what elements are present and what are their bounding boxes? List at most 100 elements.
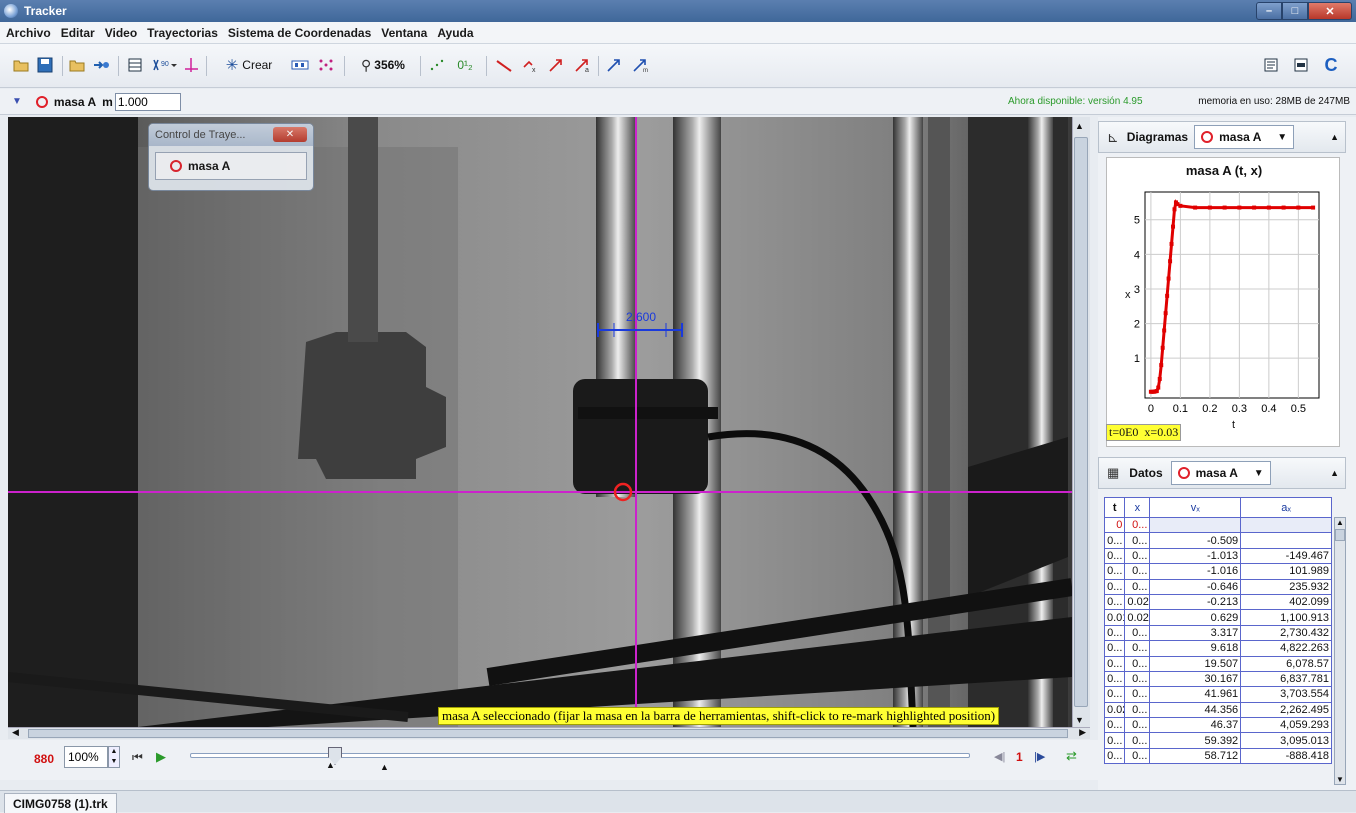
end-marker-icon[interactable]: ▲ — [380, 762, 389, 772]
table-cell[interactable]: 0.01 — [1104, 609, 1126, 626]
reset-icon[interactable]: ⏮ — [132, 750, 143, 765]
table-row[interactable]: 0... 0... 3.317 2,730.432 — [1104, 624, 1332, 642]
table-row[interactable]: 0... 0... 58.712 -888.418 — [1104, 747, 1332, 765]
menu-editar[interactable]: Editar — [61, 26, 95, 40]
start-marker-icon[interactable]: ▲ — [326, 760, 335, 770]
video-vertical-scrollbar[interactable]: ▲ ▼ — [1072, 117, 1090, 727]
track-control-close-button[interactable]: ✕ — [273, 127, 307, 142]
save-icon[interactable] — [36, 54, 54, 76]
table-cell[interactable]: 0... — [1124, 547, 1151, 565]
table-cell[interactable]: 0... — [1104, 593, 1126, 611]
table-cell[interactable]: 0... — [1104, 686, 1126, 703]
track-control-titlebar[interactable]: Control de Traye... ✕ — [149, 124, 313, 146]
open-folder-icon[interactable] — [12, 54, 30, 76]
table-cell[interactable]: 0... — [1124, 578, 1151, 595]
table-cell[interactable]: 0... — [1104, 624, 1126, 642]
table-scroll-thumb[interactable] — [1335, 529, 1345, 541]
clip-settings-icon[interactable] — [126, 54, 144, 76]
table-cell[interactable]: 0... — [1124, 624, 1151, 642]
velocity-vector-icon[interactable] — [546, 54, 566, 76]
menu-archivo[interactable]: Archivo — [6, 26, 51, 40]
step-labels-button[interactable]: 0¹₂ — [452, 54, 478, 76]
table-row[interactable]: 0... 0... -0.646 235.932 — [1104, 578, 1332, 595]
vertical-scroll-thumb[interactable] — [1074, 137, 1088, 707]
table-row[interactable]: 0... 0... 46.37 4,059.293 — [1104, 717, 1332, 734]
table-cell[interactable] — [1149, 516, 1242, 534]
close-window-button[interactable]: ✕ — [1308, 2, 1352, 20]
table-cell[interactable]: 0... — [1104, 547, 1126, 565]
collapse-plot-icon[interactable]: ▲ — [1330, 132, 1339, 142]
maximize-button[interactable]: □ — [1282, 2, 1308, 20]
table-cell[interactable]: 2,730.432 — [1240, 624, 1332, 642]
scroll-up-icon[interactable]: ▲ — [1335, 518, 1345, 527]
video-view[interactable]: 2.600 Control de Traye... ✕ masa A — [8, 117, 1072, 727]
frame-readout[interactable]: 880 — [34, 752, 54, 766]
refresh-icon[interactable]: C — [1320, 54, 1342, 76]
table-row[interactable]: 0... 0... -1.013 -149.467 — [1104, 547, 1332, 565]
panel-toggle-icon[interactable] — [1292, 54, 1310, 76]
net-force-vector-icon[interactable]: m — [630, 54, 650, 76]
table-cell[interactable]: -1.013 — [1149, 547, 1242, 565]
table-cell[interactable]: -0.646 — [1149, 578, 1242, 595]
data-track-select[interactable]: masa A ▼ — [1170, 461, 1271, 485]
table-cell[interactable]: 41.961 — [1149, 686, 1242, 703]
table-cell[interactable]: 19.507 — [1149, 655, 1242, 672]
table-cell[interactable]: 101.989 — [1240, 563, 1332, 580]
rate-spinner[interactable]: ▲ ▼ — [108, 746, 120, 768]
tracks-visibility-icon[interactable] — [290, 54, 310, 76]
scroll-down-icon[interactable]: ▼ — [1075, 715, 1084, 725]
table-cell[interactable]: 0... — [1104, 747, 1126, 765]
column-header[interactable]: vₓ — [1149, 497, 1242, 518]
menu-trayectorias[interactable]: Trayectorias — [147, 26, 218, 40]
table-cell[interactable]: 0... — [1124, 563, 1151, 580]
crear-button[interactable]: ✳ Crear — [214, 54, 284, 76]
collapse-data-icon[interactable]: ▲ — [1330, 468, 1339, 478]
table-cell[interactable]: 0.02 — [1124, 609, 1151, 626]
table-row[interactable]: 0... 0... 19.507 6,078.57 — [1104, 655, 1332, 672]
menu-video[interactable]: Video — [105, 26, 137, 40]
table-cell[interactable]: 0... — [1124, 670, 1151, 688]
table-cell[interactable]: 0... — [1124, 640, 1151, 657]
track-control-item[interactable]: masa A — [155, 152, 307, 180]
zoom-button[interactable]: ⚲ 356% — [350, 54, 416, 76]
trails-icon[interactable] — [316, 54, 336, 76]
table-cell[interactable]: 4,822.263 — [1240, 640, 1332, 657]
table-cell[interactable]: 0... — [1124, 516, 1151, 534]
table-cell[interactable]: 46.37 — [1149, 717, 1242, 734]
track-menu-arrow-icon[interactable]: ▼ — [12, 96, 22, 107]
open-file-icon[interactable] — [68, 54, 86, 76]
momentum-vector-icon[interactable] — [604, 54, 624, 76]
table-cell[interactable]: 3.317 — [1149, 624, 1242, 642]
table-cell[interactable]: 3,703.554 — [1240, 686, 1332, 703]
table-cell[interactable]: 235.932 — [1240, 578, 1332, 595]
table-row[interactable]: 0... 0... 41.961 3,703.554 — [1104, 686, 1332, 703]
menu-ventana[interactable]: Ventana — [381, 26, 427, 40]
table-cell[interactable]: 0... — [1104, 640, 1126, 657]
table-cell[interactable]: -0.213 — [1149, 593, 1242, 611]
axes-icon[interactable] — [182, 54, 200, 76]
scroll-down-icon[interactable]: ▼ — [1335, 775, 1345, 784]
table-cell[interactable]: 0... — [1124, 686, 1151, 703]
table-cell[interactable]: 6,837.781 — [1240, 670, 1332, 688]
mass-input[interactable] — [114, 92, 181, 111]
table-cell[interactable]: 0.02 — [1124, 593, 1151, 611]
table-cell[interactable]: 0... — [1124, 655, 1151, 672]
table-cell[interactable]: 0... — [1104, 578, 1126, 595]
table-cell[interactable]: 44.356 — [1149, 701, 1242, 719]
table-row[interactable]: 0.010.020.6291,100.913 — [1104, 609, 1332, 626]
step-forward-icon[interactable]: |▶ — [1034, 750, 1045, 763]
table-cell[interactable]: 0... — [1124, 532, 1151, 549]
position-plot[interactable]: masa A (t, x) x t 0 0.1 0.2 0.3 0.4 0.5 1 2 3 4 5 — [1106, 157, 1340, 447]
update-notice[interactable]: Ahora disponible: versión 4.95 — [1008, 96, 1148, 107]
import-icon[interactable] — [92, 54, 110, 76]
track-name[interactable]: masa A — [54, 95, 96, 109]
table-row[interactable]: 0... 0.02 -0.213 402.099 — [1104, 593, 1332, 611]
scroll-right-icon[interactable]: ▶ — [1079, 727, 1086, 738]
plot-tab-label[interactable]: Diagramas — [1127, 130, 1188, 144]
table-cell[interactable]: 30.167 — [1149, 670, 1242, 688]
table-cell[interactable]: 2,262.495 — [1240, 701, 1332, 719]
calibration-tools-icon[interactable]: 90 — [150, 54, 178, 76]
menu-ayuda[interactable]: Ayuda — [437, 26, 473, 40]
table-cell[interactable]: -149.467 — [1240, 547, 1332, 565]
table-cell[interactable]: 0... — [1104, 717, 1126, 734]
